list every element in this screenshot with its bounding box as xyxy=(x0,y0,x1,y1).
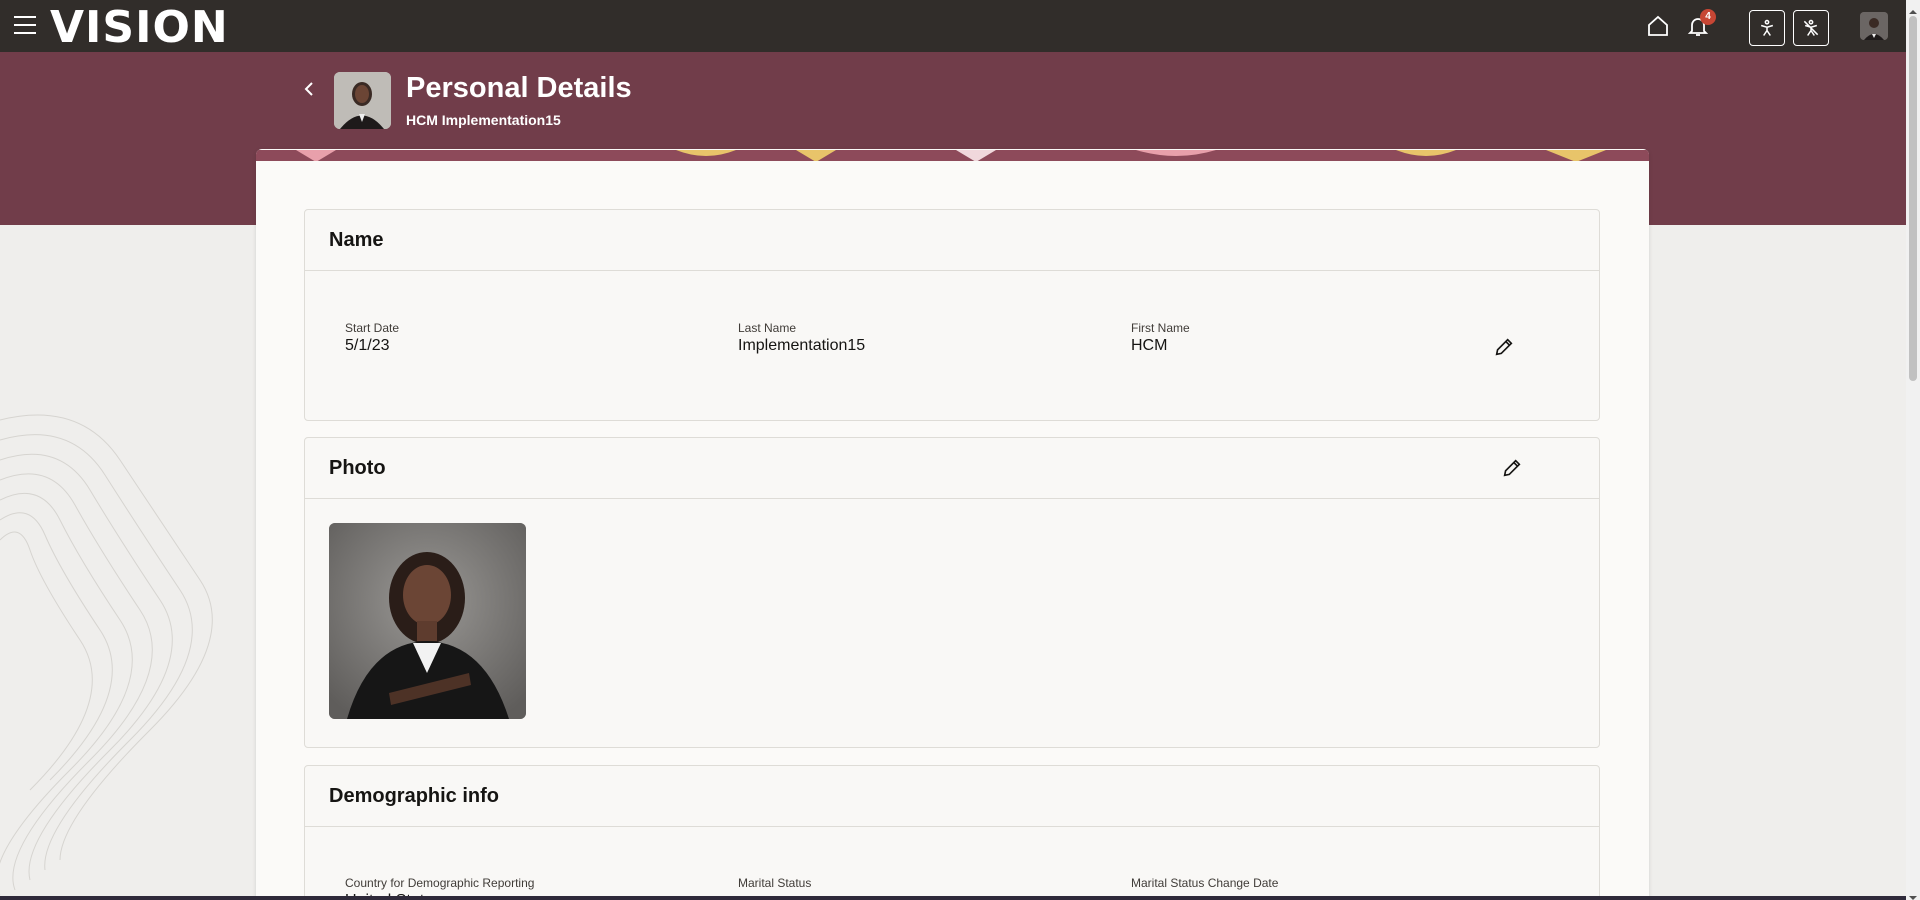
scroll-down-arrow-icon[interactable] xyxy=(1909,889,1917,900)
main-content-card: Name Start Date 5/1/23 Last Name Impleme… xyxy=(256,149,1649,900)
start-date-field: Start Date 5/1/23 xyxy=(345,321,399,355)
last-name-value: Implementation15 xyxy=(738,337,866,354)
chevron-left-icon xyxy=(304,82,313,96)
marital-status-change-date-label: Marital Status Change Date xyxy=(1131,876,1279,890)
accessibility-button[interactable] xyxy=(1749,10,1785,46)
edit-name-button[interactable] xyxy=(1490,333,1518,361)
notifications-button[interactable]: 4 xyxy=(1684,9,1716,40)
name-section-title: Name xyxy=(329,229,384,251)
page-scrollbar[interactable] xyxy=(1906,0,1920,900)
user-avatar[interactable] xyxy=(1860,12,1888,40)
accessibility-icon xyxy=(1760,19,1774,36)
demographic-section: Demographic info Country for Demographic… xyxy=(304,765,1600,900)
first-name-field: First Name HCM xyxy=(1131,321,1190,355)
scroll-up-arrow-icon[interactable] xyxy=(1909,3,1917,14)
name-section-header: Name xyxy=(305,210,1599,271)
pencil-icon xyxy=(1503,459,1521,477)
page-subtitle: HCM Implementation15 xyxy=(406,112,561,128)
page-title: Personal Details xyxy=(406,72,632,104)
last-name-field: Last Name Implementation15 xyxy=(738,321,865,355)
notification-count-badge: 4 xyxy=(1700,9,1716,25)
menu-icon[interactable] xyxy=(14,16,40,36)
start-date-label: Start Date xyxy=(345,321,400,335)
marital-status-label: Marital Status xyxy=(738,876,812,890)
first-name-value: HCM xyxy=(1131,337,1168,354)
photo-section-title: Photo xyxy=(329,457,386,479)
accessibility-off-button[interactable] xyxy=(1793,10,1829,46)
decorative-banner-strip xyxy=(256,149,1649,161)
last-name-label: Last Name xyxy=(738,321,797,335)
scrollbar-thumb[interactable] xyxy=(1909,16,1917,381)
demographic-country-label: Country for Demographic Reporting xyxy=(345,876,535,890)
brand-logo[interactable]: VISION xyxy=(50,2,229,54)
name-section: Name Start Date 5/1/23 Last Name Impleme… xyxy=(304,209,1600,421)
back-button[interactable] xyxy=(298,78,320,100)
demographic-section-header: Demographic info xyxy=(305,766,1599,827)
marital-status-field: Marital Status xyxy=(738,876,811,892)
photo-section-header: Photo xyxy=(305,438,1599,499)
edit-photo-button[interactable] xyxy=(1498,454,1526,482)
profile-photo xyxy=(329,523,526,719)
pencil-icon xyxy=(1495,338,1513,356)
background-pattern xyxy=(0,380,260,900)
photo-section: Photo xyxy=(304,437,1600,748)
bottom-edge xyxy=(0,896,1906,900)
marital-status-change-date-field: Marital Status Change Date xyxy=(1131,876,1278,892)
start-date-value: 5/1/23 xyxy=(345,337,390,354)
global-header: VISION 4 xyxy=(0,0,1906,54)
first-name-label: First Name xyxy=(1131,321,1190,335)
home-icon[interactable] xyxy=(1644,12,1672,40)
profile-avatar xyxy=(334,72,391,129)
demographic-section-title: Demographic info xyxy=(329,785,500,807)
accessibility-off-icon xyxy=(1803,19,1819,36)
